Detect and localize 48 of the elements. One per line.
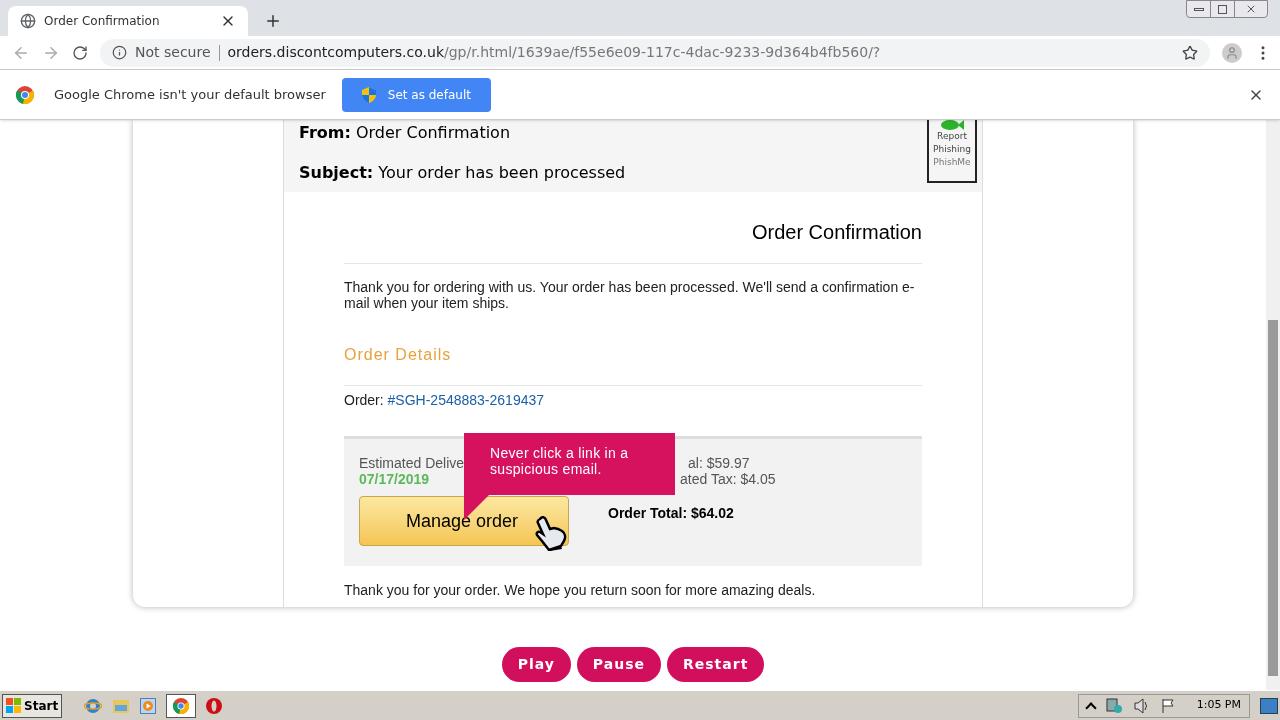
manage-order-button[interactable]: Manage order bbox=[359, 496, 569, 546]
globe-icon bbox=[20, 13, 36, 29]
close-icon bbox=[1245, 3, 1257, 15]
bookmark-star-icon[interactable] bbox=[1182, 44, 1198, 61]
order-total: Order Total: $64.02 bbox=[608, 504, 735, 523]
order-line: Order: #SGH-2548883-2619437 bbox=[344, 391, 546, 410]
browser-tab[interactable]: Order Confirmation bbox=[8, 6, 248, 36]
windows-logo-icon bbox=[6, 697, 22, 714]
set-default-button[interactable]: Set as default bbox=[341, 77, 491, 112]
url-text: orders.discontcomputers.co.uk/gp/r.html/1639ae/f55e6e09-117c-4dac-9233-9d364b4fb560/? bbox=[227, 43, 881, 62]
media-player-icon[interactable] bbox=[140, 697, 157, 714]
intro-paragraph: Thank you for ordering with us. Your order has been processed. We'll send a confirmation e-mail when your item ships. bbox=[344, 279, 916, 311]
address-field[interactable]: Not secure orders.discontcomputers.co.uk/gp/r.html/1639ae/f55e6e09-117c-4dac-9233-9d364b4fb560/? bbox=[100, 38, 1210, 67]
infobar-message: Google Chrome isn't your default browser bbox=[54, 85, 326, 104]
subject-line: Subject: Your order has been processed bbox=[299, 162, 626, 184]
hand-cursor-icon bbox=[534, 515, 568, 551]
security-label: Not secure bbox=[135, 43, 211, 62]
flag-icon[interactable] bbox=[1160, 697, 1177, 714]
email-title: Order Confirmation bbox=[750, 220, 922, 245]
delivery-label: Estimated Delive bbox=[359, 455, 465, 471]
closing-paragraph: Thank you for your order. We hope you return soon for more amazing deals. bbox=[344, 581, 817, 600]
browser-e-icon[interactable] bbox=[84, 696, 103, 715]
delivery-date: 07/17/2019 bbox=[359, 471, 430, 487]
info-icon bbox=[112, 45, 127, 60]
network-icon[interactable] bbox=[1104, 697, 1123, 714]
tab-title: Order Confirmation bbox=[44, 13, 161, 30]
playback-button[interactable]: Restart bbox=[667, 647, 765, 682]
clock: 1:05 PM bbox=[1196, 697, 1241, 714]
tax-text: ated Tax: $4.05 bbox=[680, 471, 776, 487]
reload-icon[interactable] bbox=[72, 44, 88, 61]
new-tab-icon[interactable] bbox=[264, 12, 282, 30]
warning-tooltip: Never click a link in a suspicious email. bbox=[464, 433, 675, 495]
fish-icon bbox=[940, 120, 964, 130]
show-desktop-button[interactable] bbox=[1260, 697, 1278, 714]
chrome-logo-icon bbox=[16, 85, 34, 104]
shield-icon bbox=[361, 86, 376, 103]
opera-icon[interactable] bbox=[206, 697, 223, 714]
from-line: From: Order Confirmation bbox=[299, 122, 511, 144]
order-number-link[interactable]: #SGH-2548883-2619437 bbox=[387, 392, 545, 408]
order-details-heading: Order Details bbox=[344, 345, 453, 365]
playback-button[interactable]: Pause bbox=[576, 647, 661, 682]
start-button[interactable]: Start bbox=[2, 693, 63, 718]
profile-icon[interactable] bbox=[1222, 42, 1242, 63]
subtotal-text: al: $59.97 bbox=[688, 455, 751, 471]
report-phishing-button[interactable]: Report Phishing PhishMe bbox=[927, 120, 977, 183]
chrome-logo-icon bbox=[173, 697, 190, 714]
playback-button[interactable]: Play bbox=[501, 647, 571, 682]
chrome-taskbar-button[interactable] bbox=[166, 693, 197, 718]
